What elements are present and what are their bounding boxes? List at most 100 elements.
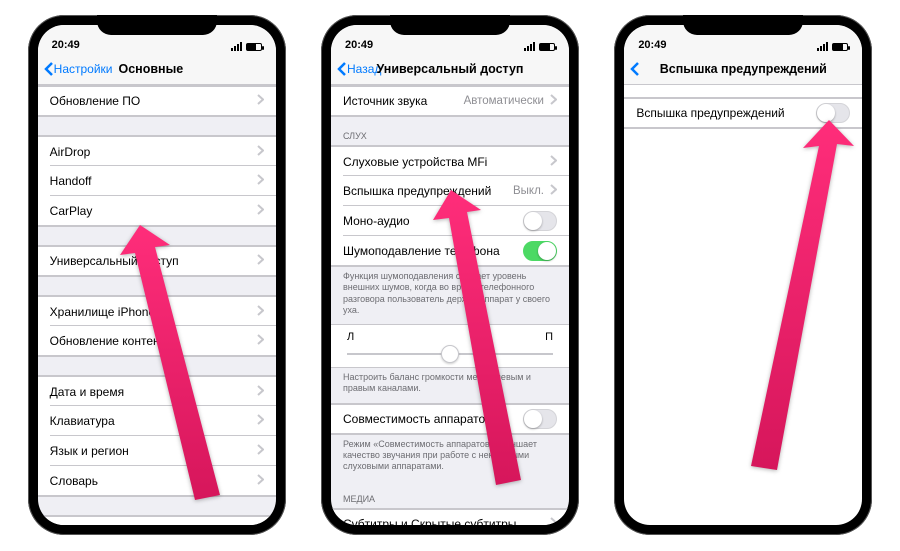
slider-thumb[interactable] <box>441 345 459 363</box>
cell-label: Источник звука <box>343 94 427 108</box>
settings-list[interactable]: Источник звука Автоматически СЛУХ Слухов… <box>331 85 569 525</box>
balance-slider[interactable] <box>347 353 553 355</box>
chevron-right-icon <box>257 414 264 428</box>
row-carplay[interactable]: CarPlay <box>38 196 276 226</box>
balance-footer: Настроить баланс громкости между левым и… <box>331 368 569 403</box>
notch <box>683 15 803 35</box>
balance-left-label: Л <box>347 331 354 343</box>
cell-label: Универсальный доступ <box>50 254 179 268</box>
row-handoff[interactable]: Handoff <box>38 166 276 196</box>
row-airdrop[interactable]: AirDrop <box>38 136 276 166</box>
back-button[interactable]: Назад <box>337 62 381 76</box>
mono-audio-switch[interactable] <box>523 211 557 231</box>
cell-label: Словарь <box>50 474 98 488</box>
chevron-right-icon <box>257 145 264 159</box>
phone-accessibility: 20:49 Назад Универсальный доступ Источни… <box>321 15 579 535</box>
cell-label: Язык и регион <box>50 444 129 458</box>
compat-footer: Режим «Совместимость аппаратов» улучшает… <box>331 435 569 481</box>
chevron-right-icon <box>550 94 557 108</box>
back-label: Настройки <box>54 62 113 76</box>
cell-label: Вспышка предупреждений <box>636 106 784 120</box>
chevron-left-icon <box>630 62 640 76</box>
nav-title: Основные <box>119 62 184 76</box>
settings-list[interactable]: Обновление ПО AirDrop Handoff CarPlay <box>38 85 276 525</box>
row-language-region[interactable]: Язык и регион <box>38 436 276 466</box>
signal-icon <box>231 42 242 51</box>
row-storage[interactable]: Хранилище iPhone <box>38 296 276 326</box>
settings-list[interactable]: Вспышка предупреждений <box>624 85 862 525</box>
row-itunes-wifi-sync[interactable]: Синхронизация с iTunes по Wi-Fi <box>38 516 276 525</box>
cell-label: Клавиатура <box>50 414 115 428</box>
row-mono-audio[interactable]: Моно-аудио <box>331 206 569 236</box>
compat-switch[interactable] <box>523 409 557 429</box>
chevron-right-icon <box>257 94 264 108</box>
chevron-right-icon <box>257 305 264 319</box>
row-background-refresh[interactable]: Обновление контента <box>38 326 276 356</box>
flash-alerts-switch[interactable] <box>816 103 850 123</box>
chevron-right-icon <box>550 184 557 198</box>
chevron-right-icon <box>550 517 557 525</box>
battery-icon <box>246 43 262 51</box>
chevron-left-icon <box>337 62 347 76</box>
navbar: Настройки Основные <box>38 53 276 85</box>
section-header-media: МЕДИА <box>331 480 569 508</box>
row-date-time[interactable]: Дата и время <box>38 376 276 406</box>
cell-label: CarPlay <box>50 204 93 218</box>
cell-detail: Автоматически <box>464 95 544 107</box>
status-time: 20:49 <box>345 39 373 51</box>
row-keyboard[interactable]: Клавиатура <box>38 406 276 436</box>
navbar: Назад Универсальный доступ <box>331 53 569 85</box>
row-led-flash-alerts[interactable]: Вспышка предупреждений Выкл. <box>331 176 569 206</box>
chevron-right-icon <box>257 174 264 188</box>
chevron-right-icon <box>257 444 264 458</box>
chevron-right-icon <box>257 474 264 488</box>
balance-right-label: П <box>545 331 553 343</box>
cell-label: Handoff <box>50 174 92 188</box>
row-software-update[interactable]: Обновление ПО <box>38 86 276 116</box>
row-noise-cancellation[interactable]: Шумоподавление телефона <box>331 236 569 266</box>
row-sound-source[interactable]: Источник звука Автоматически <box>331 86 569 116</box>
cell-detail: Выкл. <box>513 185 544 197</box>
cell-label: Моно-аудио <box>343 214 410 228</box>
cell-label: Слуховые устройства MFi <box>343 155 487 169</box>
cell-label: Шумоподавление телефона <box>343 244 500 258</box>
cell-label: AirDrop <box>50 145 91 159</box>
cell-label: Совместимость аппаратов <box>343 412 492 426</box>
status-time: 20:49 <box>638 39 666 51</box>
balance-slider-row: Л П <box>331 324 569 368</box>
back-button[interactable] <box>630 62 640 76</box>
cell-label: Хранилище iPhone <box>50 305 156 319</box>
chevron-right-icon <box>257 385 264 399</box>
noise-footer: Функция шумоподавления снижает уровень в… <box>331 267 569 324</box>
cell-label: Дата и время <box>50 385 124 399</box>
cell-label: Обновление ПО <box>50 94 141 108</box>
signal-icon <box>524 42 535 51</box>
chevron-right-icon <box>257 334 264 348</box>
battery-icon <box>832 43 848 51</box>
noise-cancel-switch[interactable] <box>523 241 557 261</box>
cell-label: Вспышка предупреждений <box>343 184 491 198</box>
chevron-right-icon <box>550 155 557 169</box>
chevron-right-icon <box>257 204 264 218</box>
back-button[interactable]: Настройки <box>44 62 113 76</box>
back-label: Назад <box>347 62 381 76</box>
chevron-right-icon <box>257 254 264 268</box>
cell-label: Обновление контента <box>50 334 172 348</box>
cell-label: Субтитры и Скрытые субтитры <box>343 517 516 525</box>
chevron-left-icon <box>44 62 54 76</box>
signal-icon <box>817 42 828 51</box>
notch <box>390 15 510 35</box>
row-subtitles[interactable]: Субтитры и Скрытые субтитры <box>331 509 569 525</box>
row-mfi-hearing[interactable]: Слуховые устройства MFi <box>331 146 569 176</box>
nav-title: Вспышка предупреждений <box>624 62 862 76</box>
row-hearing-aid-compat[interactable]: Совместимость аппаратов <box>331 404 569 434</box>
row-dictionary[interactable]: Словарь <box>38 466 276 496</box>
row-accessibility[interactable]: Универсальный доступ <box>38 246 276 276</box>
chevron-right-icon <box>257 525 264 526</box>
status-time: 20:49 <box>52 39 80 51</box>
cell-label: Синхронизация с iTunes по Wi-Fi <box>50 525 233 526</box>
section-header-hearing: СЛУХ <box>331 117 569 145</box>
row-led-flash-alerts[interactable]: Вспышка предупреждений <box>624 98 862 128</box>
battery-icon <box>539 43 555 51</box>
phone-general: 20:49 Настройки Основные Обновление ПО <box>28 15 286 535</box>
